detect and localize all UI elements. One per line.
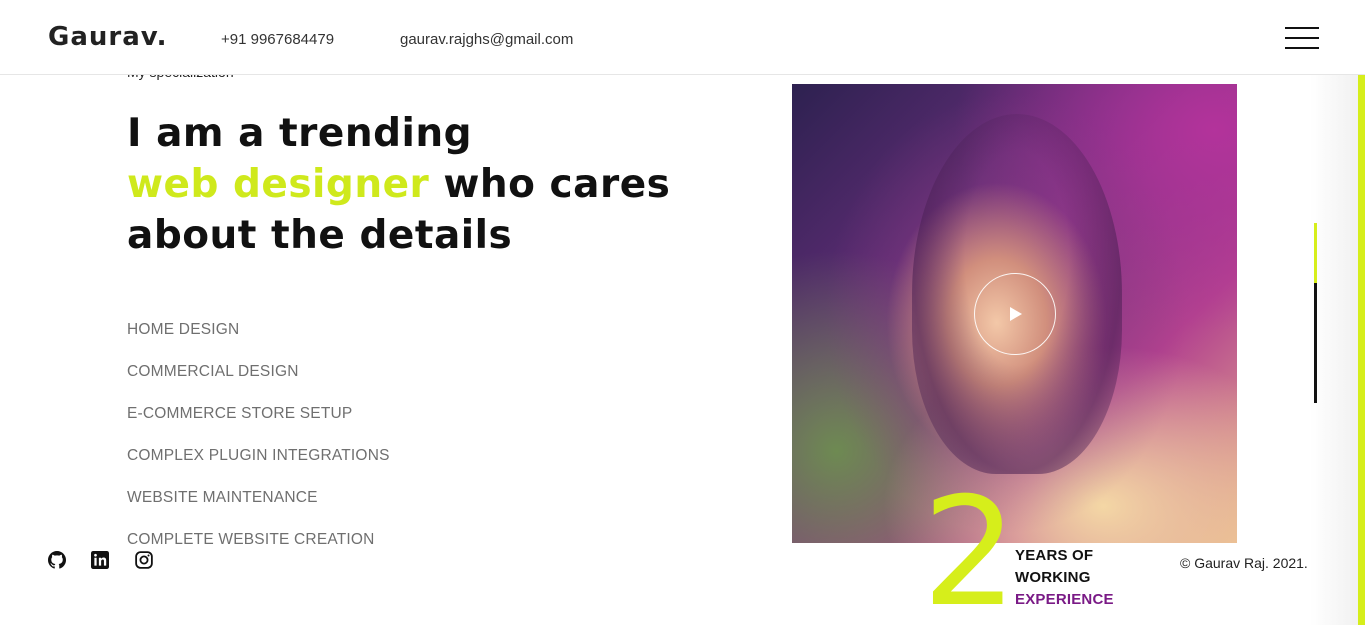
linkedin-icon[interactable] [91,551,111,571]
phone-link[interactable]: +91 9967684479 [221,31,334,48]
accent-edge-strip [1358,74,1365,625]
service-item-plugin-integrations[interactable]: COMPLEX PLUGIN INTEGRATIONS [127,447,390,489]
site-logo[interactable]: Gaurav. [48,22,167,52]
headline-line-1: I am a trending [127,111,473,156]
menu-bar-icon [1285,27,1319,29]
portfolio-page: Gaurav. +91 9967684479 gaurav.rajghs@gma… [0,0,1365,625]
site-header: Gaurav. +91 9967684479 gaurav.rajghs@gma… [0,0,1365,75]
email-link[interactable]: gaurav.rajghs@gmail.com [400,31,573,48]
scroll-progress-thumb[interactable] [1314,223,1317,283]
hamburger-menu-button[interactable] [1285,27,1319,51]
experience-line-2: WORKING [1015,569,1091,586]
play-video-button[interactable] [974,273,1056,355]
edge-fade [1310,74,1358,625]
services-list: HOME DESIGN COMMERCIAL DESIGN E-COMMERCE… [127,321,390,573]
experience-line-3: EXPERIENCE [1015,591,1114,608]
copyright-text: © Gaurav Raj. 2021. [1180,555,1308,571]
experience-line-1: YEARS OF [1015,547,1094,564]
service-item-website-maintenance[interactable]: WEBSITE MAINTENANCE [127,489,390,531]
service-item-website-creation[interactable]: COMPLETE WEBSITE CREATION [127,531,390,573]
menu-bar-icon [1285,37,1319,39]
service-item-commercial-design[interactable]: COMMERCIAL DESIGN [127,363,390,405]
experience-years-number: 2 [922,466,1018,625]
headline-line-3: about the details [127,213,513,258]
headline-line-2: web designer who cares [127,159,687,210]
headline-accent: web designer [127,162,430,207]
play-icon [1010,307,1022,321]
service-item-ecommerce-setup[interactable]: E-COMMERCE STORE SETUP [127,405,390,447]
hero-headline: I am a trending web designer who cares a… [127,108,687,261]
experience-label: YEARS OF WORKING EXPERIENCE [1015,545,1114,611]
service-item-home-design[interactable]: HOME DESIGN [127,321,390,363]
headline-line-2-rest: who cares [429,162,671,207]
menu-bar-icon [1285,47,1319,49]
instagram-icon[interactable] [135,551,155,571]
github-icon[interactable] [48,551,68,571]
